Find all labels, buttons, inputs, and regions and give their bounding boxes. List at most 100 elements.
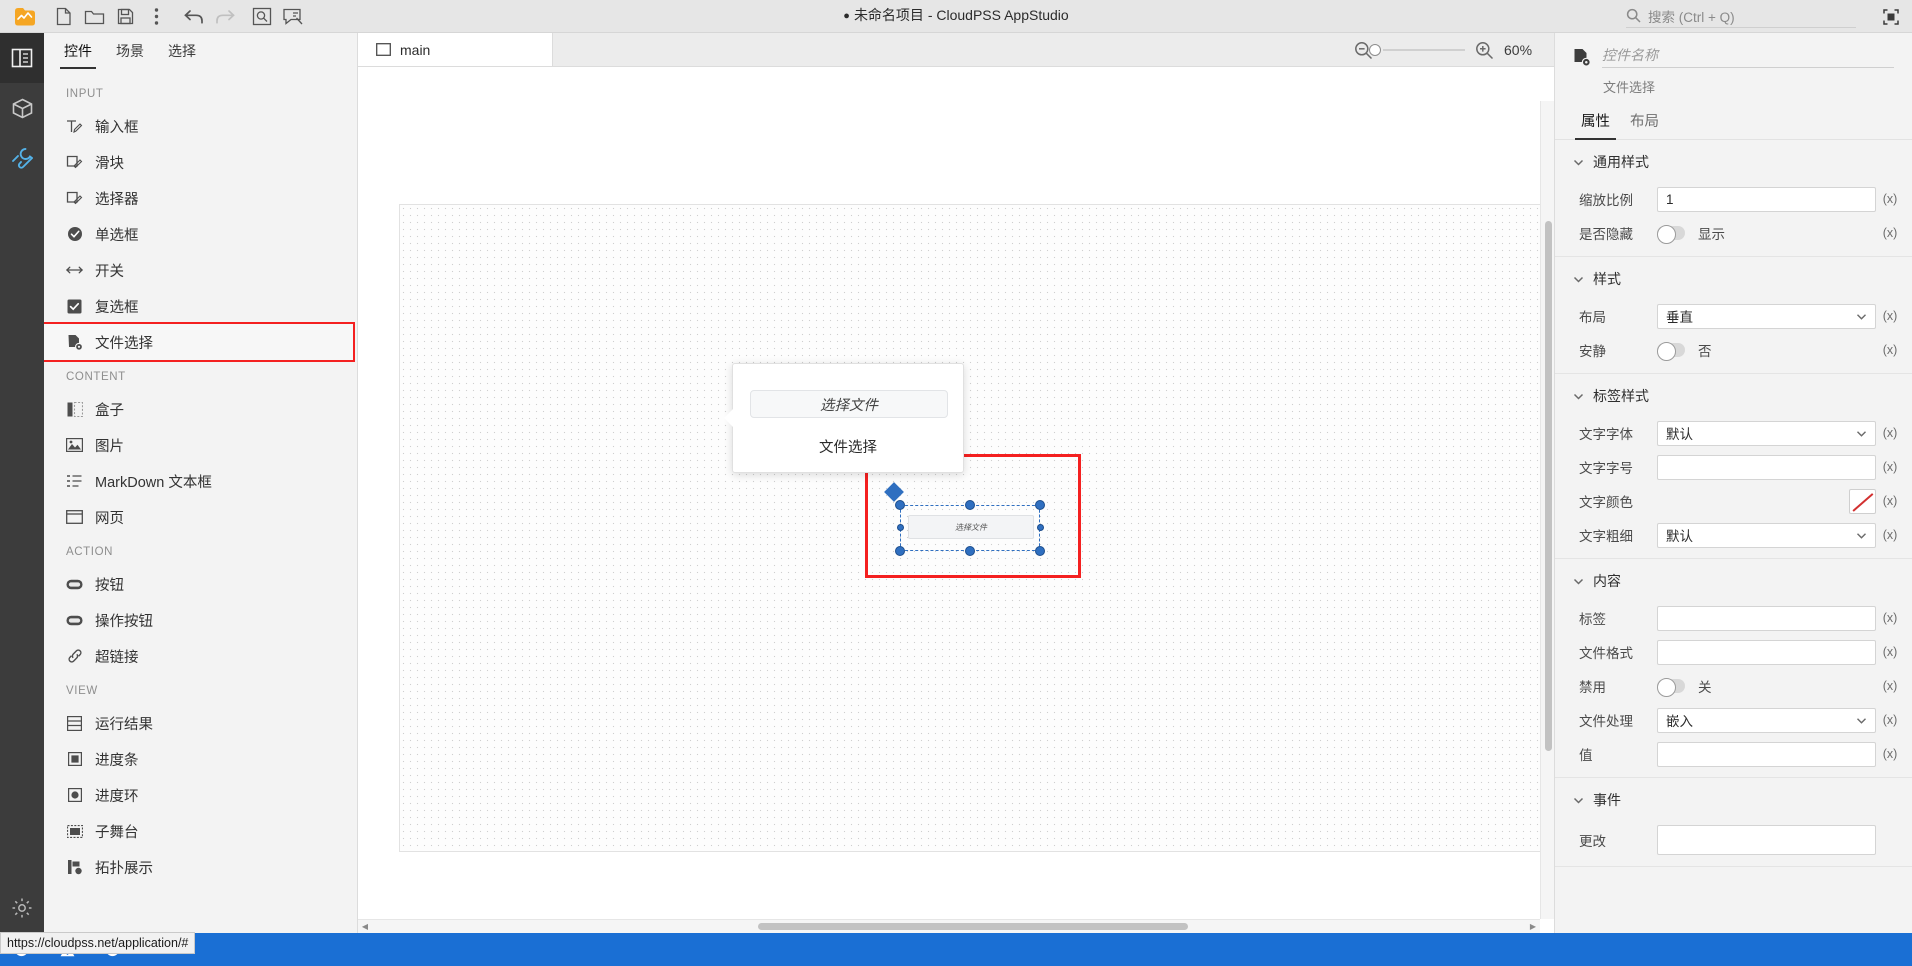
scale-input[interactable] [1657, 186, 1876, 212]
component-item-checkbox[interactable]: 复选框 [44, 288, 357, 324]
resize-handle-e[interactable] [1036, 524, 1044, 531]
section-header-label-style[interactable]: 标签样式 [1555, 374, 1912, 416]
variable-binding-button[interactable]: (x) [1876, 645, 1904, 659]
variable-binding-button[interactable]: (x) [1876, 494, 1904, 508]
layout-select[interactable]: 垂直 [1657, 303, 1876, 329]
label-input[interactable] [1657, 605, 1876, 631]
section-header-style[interactable]: 样式 [1555, 257, 1912, 299]
rail-item-package[interactable] [0, 83, 44, 133]
font-weight-select[interactable]: 默认 [1657, 522, 1876, 548]
component-item-sub-stage[interactable]: 子舞台 [44, 813, 357, 849]
scroll-left-arrow-icon[interactable]: ◀ [358, 922, 372, 931]
scroll-right-arrow-icon[interactable]: ▶ [1526, 922, 1540, 931]
more-options-button[interactable] [141, 1, 172, 32]
canvas-vertical-scroll-thumb[interactable] [1544, 221, 1552, 751]
variable-binding-button[interactable]: (x) [1876, 679, 1904, 693]
canvas-horizontal-scroll-thumb[interactable] [758, 923, 1188, 930]
component-item-result[interactable]: 运行结果 [44, 705, 357, 741]
quiet-toggle[interactable] [1657, 341, 1685, 361]
font-color-swatch[interactable] [1849, 488, 1876, 514]
design-stage[interactable]: 选择文件 [399, 204, 1553, 852]
zoom-in-icon[interactable] [1475, 41, 1494, 60]
save-button[interactable] [110, 1, 141, 32]
file-format-input[interactable] [1657, 639, 1876, 665]
variable-binding-button[interactable]: (x) [1876, 343, 1904, 357]
slider-icon [66, 154, 83, 171]
component-item-text-input[interactable]: 输入框 [44, 108, 357, 144]
rail-item-tools[interactable] [0, 133, 44, 183]
canvas-file-select-widget[interactable]: 选择文件 [908, 515, 1034, 539]
font-size-input[interactable] [1657, 454, 1876, 480]
canvas-viewport[interactable]: 选择文件 选择文件 文件选择 ◀ ▶ [358, 67, 1554, 933]
resize-handle-sw[interactable] [895, 546, 905, 556]
variable-binding-button[interactable]: (x) [1876, 226, 1904, 240]
section-header-content[interactable]: 内容 [1555, 559, 1912, 601]
property-label: 文字粗细 [1579, 529, 1633, 544]
canvas-horizontal-scrollbar[interactable]: ◀ ▶ [358, 919, 1540, 933]
resize-handle-n[interactable] [965, 500, 975, 510]
value-input[interactable] [1657, 741, 1876, 767]
component-item-progress-bar[interactable]: 进度条 [44, 741, 357, 777]
zoom-slider-knob[interactable] [1369, 43, 1381, 56]
editor-tab-bar: main 60% [358, 33, 1554, 67]
component-item-progress-ring[interactable]: 进度环 [44, 777, 357, 813]
variable-binding-button[interactable]: (x) [1876, 309, 1904, 323]
resize-handle-s[interactable] [965, 546, 975, 556]
tab-layout[interactable]: 布局 [1622, 110, 1667, 139]
markdown-icon [66, 473, 83, 490]
component-item-radio[interactable]: 单选框 [44, 216, 357, 252]
variable-binding-button[interactable]: (x) [1876, 192, 1904, 206]
layout-icon [11, 48, 33, 68]
tab-properties[interactable]: 属性 [1573, 110, 1618, 140]
component-item-button[interactable]: 按钮 [44, 566, 357, 602]
disabled-toggle[interactable] [1657, 677, 1685, 697]
editor-tab-main[interactable]: main [358, 33, 553, 66]
preview-button[interactable] [246, 1, 277, 32]
component-item-webpage[interactable]: 网页 [44, 499, 357, 535]
component-item-markdown[interactable]: MarkDown 文本框 [44, 463, 357, 499]
zoom-slider[interactable] [1369, 43, 1465, 56]
app-logo[interactable] [8, 1, 42, 32]
tab-selection[interactable]: 选择 [156, 33, 208, 69]
variable-binding-button[interactable]: (x) [1876, 713, 1904, 727]
component-item-box[interactable]: 盒子 [44, 391, 357, 427]
component-item-slider[interactable]: 滑块 [44, 144, 357, 180]
resize-handle-w[interactable] [896, 524, 904, 531]
variable-binding-button[interactable]: (x) [1876, 528, 1904, 542]
resize-handle-ne[interactable] [1035, 500, 1045, 510]
font-family-select[interactable]: 默认 [1657, 420, 1876, 446]
section-header-events[interactable]: 事件 [1555, 778, 1912, 820]
tab-controls[interactable]: 控件 [52, 33, 104, 69]
tab-scenes[interactable]: 场景 [104, 33, 156, 69]
file-handling-select[interactable]: 嵌入 [1657, 707, 1876, 733]
restore-window-button[interactable] [1882, 8, 1900, 26]
variable-binding-button[interactable]: (x) [1876, 426, 1904, 440]
component-item-image[interactable]: 图片 [44, 427, 357, 463]
rail-item-layout[interactable] [0, 33, 44, 83]
component-item-selector[interactable]: 选择器 [44, 180, 357, 216]
property-label: 文字颜色 [1579, 495, 1633, 510]
variable-binding-button[interactable]: (x) [1876, 747, 1904, 761]
publish-button[interactable] [277, 1, 308, 32]
section-header-general-style[interactable]: 通用样式 [1555, 140, 1912, 182]
canvas-vertical-scrollbar[interactable] [1540, 101, 1554, 919]
component-item-topology[interactable]: 拓扑展示 [44, 849, 357, 885]
open-folder-button[interactable] [79, 1, 110, 32]
component-item-action-button[interactable]: 操作按钮 [44, 602, 357, 638]
component-name-input[interactable] [1602, 45, 1894, 68]
new-file-button[interactable] [48, 1, 79, 32]
global-search[interactable]: 搜索 (Ctrl + Q) [1626, 6, 1856, 28]
resize-handle-se[interactable] [1035, 546, 1045, 556]
change-event-input[interactable] [1657, 825, 1876, 855]
hidden-toggle[interactable] [1657, 224, 1685, 244]
undo-button[interactable] [178, 1, 209, 32]
resize-handle-nw[interactable] [895, 500, 905, 510]
popup-preview-button[interactable]: 选择文件 [750, 390, 948, 418]
component-item-switch[interactable]: 开关 [44, 252, 357, 288]
component-item-link[interactable]: 超链接 [44, 638, 357, 674]
variable-binding-button[interactable]: (x) [1876, 460, 1904, 474]
redo-button[interactable] [209, 1, 240, 32]
variable-binding-button[interactable]: (x) [1876, 611, 1904, 625]
component-item-file-select[interactable]: 文件选择 [44, 322, 355, 362]
rail-item-settings[interactable] [0, 883, 44, 933]
